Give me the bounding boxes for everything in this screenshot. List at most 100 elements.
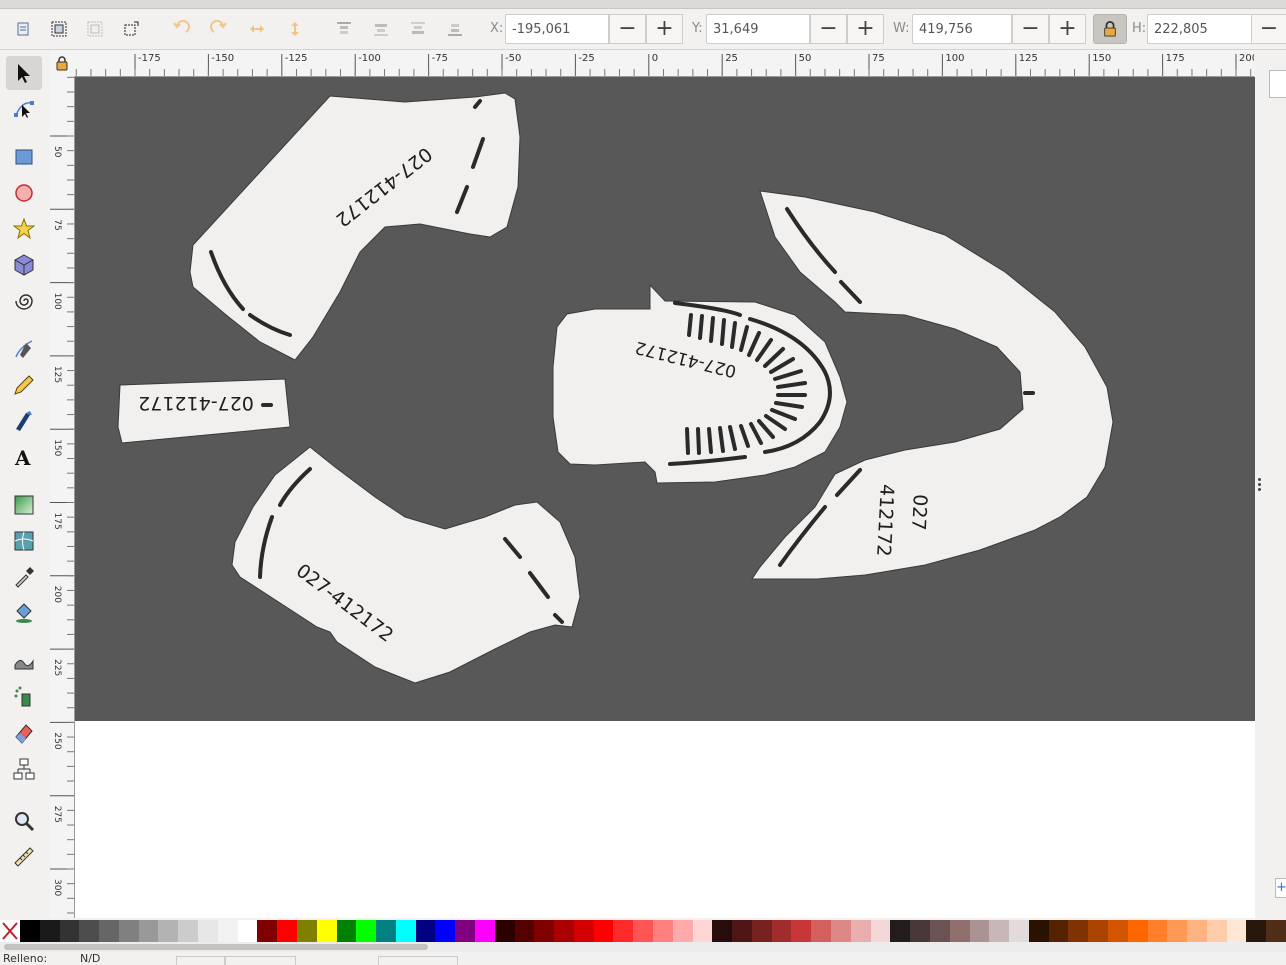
- color-swatch[interactable]: [1028, 920, 1049, 942]
- color-swatch[interactable]: [613, 920, 634, 942]
- color-swatch[interactable]: [791, 920, 812, 942]
- color-swatch[interactable]: [1088, 920, 1108, 942]
- dock-add-icon[interactable]: +: [1275, 878, 1286, 898]
- spray-tool-icon[interactable]: [6, 680, 42, 714]
- color-swatch[interactable]: [573, 920, 594, 942]
- color-swatch[interactable]: [217, 920, 238, 942]
- color-swatch[interactable]: [692, 920, 713, 942]
- drawing-canvas[interactable]: 027-412172 027-412172 027-412172 027-412…: [75, 77, 1255, 918]
- paint-bucket-tool-icon[interactable]: [6, 596, 42, 630]
- x-increment-button[interactable]: +: [646, 14, 683, 44]
- deselect-icon[interactable]: [84, 18, 106, 40]
- color-swatch[interactable]: [1187, 920, 1207, 942]
- w-increment-button[interactable]: +: [1049, 14, 1086, 44]
- color-swatch[interactable]: [949, 920, 970, 942]
- color-swatch[interactable]: [494, 920, 515, 942]
- spiral-tool-icon[interactable]: [6, 284, 42, 318]
- color-swatch[interactable]: [1068, 920, 1089, 942]
- rotate-select-icon[interactable]: [120, 18, 142, 40]
- eraser-tool-icon[interactable]: [6, 716, 42, 750]
- color-swatch[interactable]: [237, 920, 258, 942]
- color-swatch[interactable]: [435, 920, 456, 942]
- mesh-tool-icon[interactable]: [6, 524, 42, 558]
- y-increment-button[interactable]: +: [847, 14, 884, 44]
- lock-proportions-button[interactable]: [1093, 14, 1127, 44]
- dock-handle-icon[interactable]: [1258, 478, 1262, 492]
- y-decrement-button[interactable]: −: [810, 14, 847, 44]
- rotate-ccw-icon[interactable]: [170, 18, 192, 40]
- lower-icon[interactable]: [407, 18, 429, 40]
- rotate-cw-icon[interactable]: [208, 18, 230, 40]
- calligraphy-tool-icon[interactable]: [6, 404, 42, 438]
- flip-horizontal-icon[interactable]: [246, 18, 268, 40]
- color-swatch[interactable]: [59, 920, 80, 942]
- color-swatch[interactable]: [20, 920, 40, 942]
- color-swatch[interactable]: [296, 920, 317, 942]
- ellipse-tool-icon[interactable]: [6, 176, 42, 210]
- color-swatch[interactable]: [751, 920, 772, 942]
- color-swatch[interactable]: [415, 920, 436, 942]
- gradient-tool-icon[interactable]: [6, 488, 42, 522]
- color-swatch[interactable]: [1127, 920, 1148, 942]
- vertical-ruler[interactable]: 5075100125150175200225250275300325: [50, 76, 75, 918]
- color-swatch[interactable]: [712, 920, 733, 942]
- select-all-layers-icon[interactable]: [48, 18, 70, 40]
- color-swatch[interactable]: [593, 920, 614, 942]
- color-swatch[interactable]: [316, 920, 337, 942]
- color-swatch[interactable]: [277, 920, 297, 942]
- color-swatch[interactable]: [672, 920, 693, 942]
- color-swatch[interactable]: [850, 920, 871, 942]
- pencil-tool-icon[interactable]: [6, 368, 42, 402]
- color-swatch[interactable]: [771, 920, 792, 942]
- h-field[interactable]: 222,805: [1147, 14, 1251, 44]
- raise-to-top-icon[interactable]: [333, 18, 355, 40]
- color-swatch[interactable]: [395, 920, 416, 942]
- measure-tool-icon[interactable]: [6, 840, 42, 874]
- color-swatch[interactable]: [1009, 920, 1029, 942]
- tweak-tool-icon[interactable]: [6, 644, 42, 678]
- status-field[interactable]: [224, 956, 296, 965]
- x-decrement-button[interactable]: −: [609, 14, 646, 44]
- ruler-corner[interactable]: [50, 50, 74, 76]
- 3d-box-tool-icon[interactable]: [6, 248, 42, 282]
- color-swatch[interactable]: [118, 920, 139, 942]
- color-swatch[interactable]: [554, 920, 574, 942]
- color-swatch[interactable]: [653, 920, 673, 942]
- dropper-tool-icon[interactable]: [6, 560, 42, 594]
- dock-tab-document-icon[interactable]: [1269, 70, 1286, 98]
- color-swatch[interactable]: [514, 920, 535, 942]
- zoom-tool-icon[interactable]: [6, 804, 42, 838]
- color-swatch[interactable]: [870, 920, 891, 942]
- selector-tool-icon[interactable]: [6, 56, 42, 90]
- text-tool-icon[interactable]: A: [6, 440, 42, 474]
- color-swatch[interactable]: [336, 920, 357, 942]
- color-swatch[interactable]: [1167, 920, 1188, 942]
- color-swatch[interactable]: [831, 920, 851, 942]
- lower-to-bottom-icon[interactable]: [444, 18, 466, 40]
- color-swatch[interactable]: [890, 920, 911, 942]
- color-swatch[interactable]: [1246, 920, 1267, 942]
- color-swatch[interactable]: [1206, 920, 1227, 942]
- color-swatch[interactable]: [929, 920, 950, 942]
- star-tool-icon[interactable]: [6, 212, 42, 246]
- status-field[interactable]: [176, 956, 226, 965]
- color-swatch[interactable]: [1048, 920, 1069, 942]
- w-decrement-button[interactable]: −: [1012, 14, 1049, 44]
- color-swatch[interactable]: [811, 920, 832, 942]
- color-swatch[interactable]: [178, 920, 199, 942]
- canvas-artwork[interactable]: 027-412172 027-412172 027-412172 027-412…: [75, 77, 1255, 918]
- color-swatch[interactable]: [1147, 920, 1168, 942]
- color-swatch[interactable]: [474, 920, 495, 942]
- y-field[interactable]: 31,649: [706, 14, 810, 44]
- pen-tool-icon[interactable]: [6, 332, 42, 366]
- rectangle-tool-icon[interactable]: [6, 140, 42, 174]
- color-swatch[interactable]: [79, 920, 100, 942]
- color-swatch[interactable]: [99, 920, 119, 942]
- color-swatch[interactable]: [633, 920, 653, 942]
- connector-tool-icon[interactable]: [6, 752, 42, 786]
- select-all-icon[interactable]: [12, 18, 34, 40]
- color-swatch[interactable]: [138, 920, 159, 942]
- horizontal-ruler[interactable]: -175 -150 -125 -100 -75 -50 -25 0 25 50 75 100 125 15…: [74, 50, 1254, 77]
- flip-vertical-icon[interactable]: [284, 18, 306, 40]
- color-swatch[interactable]: [455, 920, 475, 942]
